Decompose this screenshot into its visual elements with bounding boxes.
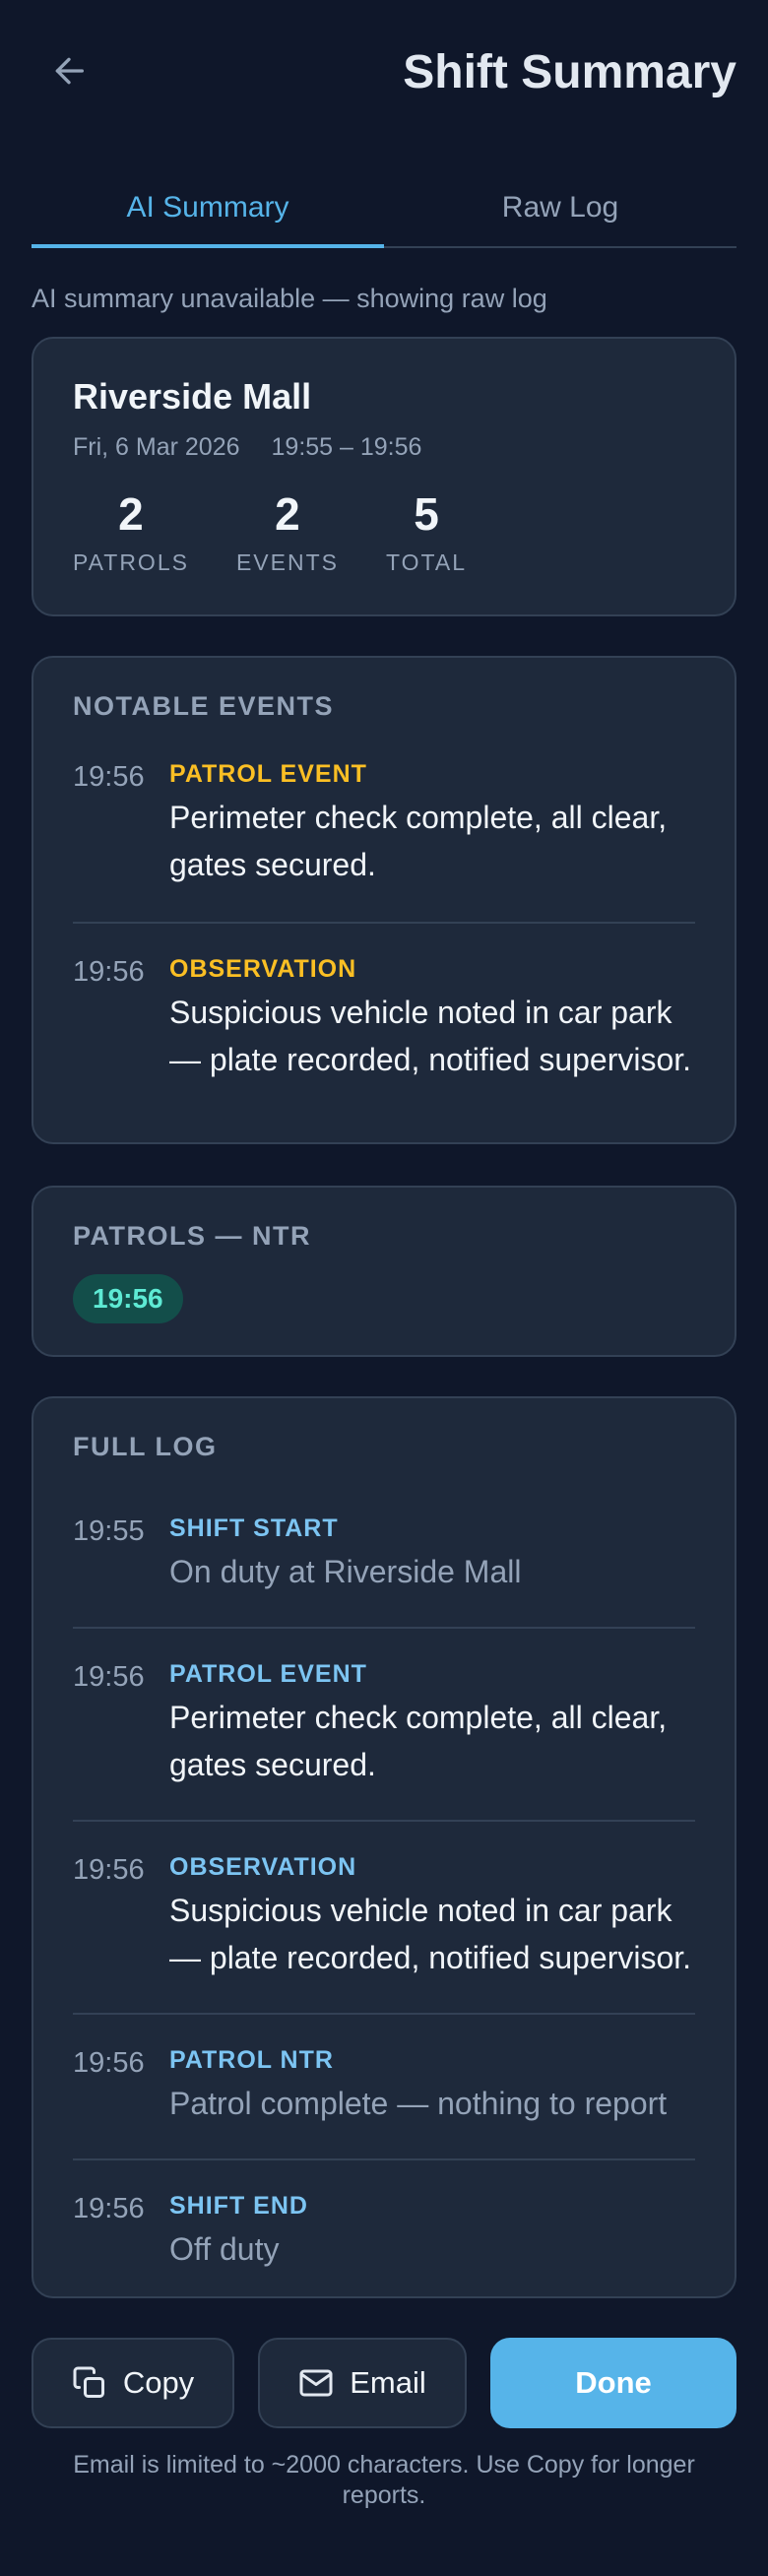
- section-title: PATROLS — NTR: [73, 1221, 311, 1251]
- entry-type: SHIFT END: [169, 2192, 308, 2220]
- entry-time: 19:55: [73, 1515, 145, 1547]
- list-item: 19:56 OBSERVATION Suspicious vehicle not…: [73, 1851, 695, 2015]
- list-item: 19:56 PATROL EVENT Perimeter check compl…: [73, 758, 695, 924]
- stat-value: 2: [275, 488, 300, 540]
- list-item: 19:56 OBSERVATION Suspicious vehicle not…: [73, 953, 695, 1117]
- entry-type: PATROL EVENT: [169, 1660, 367, 1688]
- entry-time: 19:56: [73, 1661, 145, 1693]
- email-button-label: Email: [350, 2365, 426, 2400]
- shift-stats: 2 PATROLS 2 EVENTS 5 TOTAL: [73, 488, 467, 576]
- site-card: Riverside Mall Fri, 6 Mar 2026 19:55 – 1…: [32, 337, 736, 616]
- copy-button[interactable]: Copy: [32, 2338, 234, 2428]
- stat-total: 5 TOTAL: [386, 488, 467, 576]
- entry-text: Suspicious vehicle noted in car park — p…: [169, 995, 692, 1077]
- stat-events: 2 EVENTS: [236, 488, 339, 576]
- list-item: 19:56 SHIFT END Off duty: [73, 2190, 695, 2304]
- entry-text: On duty at Riverside Mall: [169, 1554, 522, 1589]
- entry-time: 19:56: [73, 956, 145, 988]
- list-item: 19:56 PATROL NTR Patrol complete — nothi…: [73, 2044, 695, 2160]
- unavailable-notice: AI summary unavailable — showing raw log: [32, 284, 547, 313]
- entry-time: 19:56: [73, 2193, 145, 2224]
- entry-time: 19:56: [73, 1854, 145, 1886]
- done-button[interactable]: Done: [490, 2338, 736, 2428]
- section-title: NOTABLE EVENTS: [73, 691, 335, 721]
- site-name: Riverside Mall: [73, 376, 312, 417]
- shift-date: Fri, 6 Mar 2026: [73, 433, 240, 461]
- action-bar: Copy Email Done: [32, 2338, 736, 2428]
- full-log-card: FULL LOG 19:55 SHIFT START On duty at Ri…: [32, 1396, 736, 2298]
- entry-text: Patrol complete — nothing to report: [169, 2086, 668, 2121]
- entry-body: PATROL NTR Patrol complete — nothing to …: [169, 2044, 695, 2127]
- tab-raw-log[interactable]: Raw Log: [384, 169, 736, 246]
- shift-time-range: 19:55 – 19:56: [271, 433, 422, 461]
- page-title: Shift Summary: [403, 46, 736, 98]
- copy-icon: [73, 2366, 104, 2398]
- entry-text: Off duty: [169, 2231, 280, 2267]
- stat-value: 2: [118, 488, 144, 540]
- entry-text: Perimeter check complete, all clear, gat…: [169, 800, 668, 882]
- header: Shift Summary: [0, 0, 768, 143]
- entry-body: PATROL EVENT Perimeter check complete, a…: [169, 758, 695, 888]
- entry-body: SHIFT START On duty at Riverside Mall: [169, 1513, 695, 1595]
- entry-text: Suspicious vehicle noted in car park — p…: [169, 1893, 692, 1975]
- email-limit-note: Email is limited to ~2000 characters. Us…: [73, 2451, 695, 2509]
- full-log-list: 19:55 SHIFT START On duty at Riverside M…: [73, 1513, 695, 2304]
- arrow-left-icon: [55, 57, 85, 85]
- notable-events-card: NOTABLE EVENTS 19:56 PATROL EVENT Perime…: [32, 656, 736, 1144]
- site-meta: Fri, 6 Mar 2026 19:55 – 19:56: [73, 433, 421, 462]
- entry-type: OBSERVATION: [169, 1853, 357, 1881]
- section-title: FULL LOG: [73, 1432, 218, 1461]
- entry-body: SHIFT END Off duty: [169, 2190, 695, 2273]
- entry-time: 19:56: [73, 761, 145, 793]
- stat-label: EVENTS: [235, 549, 339, 575]
- entry-text: Perimeter check complete, all clear, gat…: [169, 1700, 668, 1782]
- entry-time: 19:56: [73, 2047, 145, 2079]
- patrol-time-chip: 19:56: [73, 1274, 183, 1323]
- stat-value: 5: [414, 488, 439, 540]
- stat-label: PATROLS: [73, 549, 189, 575]
- stat-patrols: 2 PATROLS: [73, 488, 189, 576]
- back-button[interactable]: [32, 35, 106, 106]
- entry-body: OBSERVATION Suspicious vehicle noted in …: [169, 1851, 695, 1981]
- list-item: 19:55 SHIFT START On duty at Riverside M…: [73, 1513, 695, 1629]
- entry-type: SHIFT START: [169, 1514, 339, 1542]
- entry-body: PATROL EVENT Perimeter check complete, a…: [169, 1658, 695, 1788]
- copy-button-label: Copy: [122, 2365, 195, 2400]
- email-button[interactable]: Email: [258, 2338, 467, 2428]
- entry-body: OBSERVATION Suspicious vehicle noted in …: [169, 953, 695, 1083]
- entry-type: OBSERVATION: [169, 955, 357, 983]
- mail-icon: [299, 2369, 333, 2397]
- tab-bar: AI Summary Raw Log: [32, 169, 736, 248]
- notable-events-list: 19:56 PATROL EVENT Perimeter check compl…: [73, 758, 695, 1117]
- list-item: 19:56 PATROL EVENT Perimeter check compl…: [73, 1658, 695, 1822]
- entry-type: PATROL NTR: [169, 2046, 334, 2074]
- tab-ai-summary[interactable]: AI Summary: [32, 169, 384, 248]
- stat-label: TOTAL: [385, 549, 467, 575]
- entry-type: PATROL EVENT: [169, 760, 367, 788]
- patrols-ntr-card: PATROLS — NTR 19:56: [32, 1186, 736, 1357]
